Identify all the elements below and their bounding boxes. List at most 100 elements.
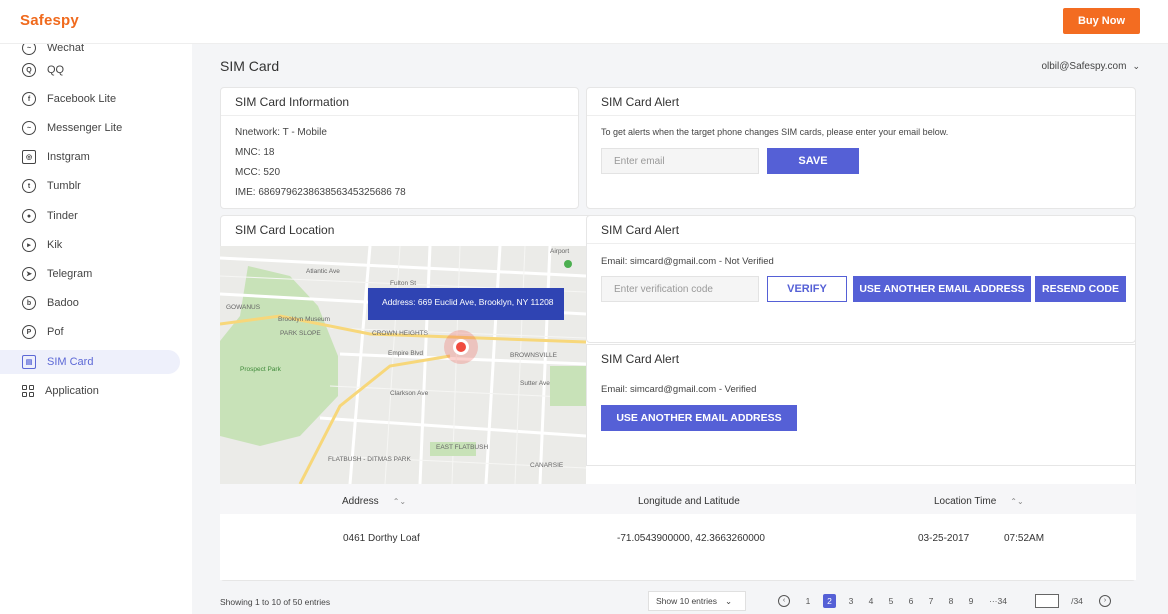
card-title: SIM Card Alert bbox=[587, 216, 1135, 244]
sidebar-item-label: Tinder bbox=[47, 210, 78, 222]
use-another-email-button[interactable]: USE ANOTHER EMAIL ADDRESS bbox=[853, 276, 1031, 302]
map-label: Airport bbox=[550, 248, 570, 255]
pagination: ‹ 1 2 3 4 5 6 7 8 9 ···34 /34 › bbox=[770, 591, 1119, 611]
verify-button[interactable]: VERIFY bbox=[767, 276, 847, 302]
sidebar-item-label: Badoo bbox=[47, 297, 79, 309]
sidebar-item-application[interactable]: Application bbox=[0, 379, 180, 403]
page-link[interactable]: 6 bbox=[906, 596, 916, 606]
address-tooltip: Address: 669 Euclid Ave, Brooklyn, NY 11… bbox=[368, 288, 564, 320]
map-label: Prospect Park bbox=[240, 366, 281, 373]
sidebar-item-label: Instgram bbox=[47, 151, 90, 163]
mnc-value: MNC: 18 bbox=[235, 147, 275, 158]
messenger-icon: ~ bbox=[22, 121, 36, 135]
sidebar-item-label: Wechat bbox=[47, 44, 85, 54]
map-label: EAST FLATBUSH bbox=[436, 444, 489, 451]
email-status: Email: simcard@gmail.com - Verified bbox=[601, 384, 757, 395]
prev-page-icon[interactable]: ‹ bbox=[778, 595, 790, 607]
sidebar-item-label: Telegram bbox=[47, 268, 93, 280]
app-logo[interactable]: Safespy bbox=[20, 12, 79, 29]
main-content: SIM Card olbil@Safespy.com ⌄ SIM Card Inf… bbox=[192, 44, 1168, 614]
sort-icon[interactable]: ⌃⌄ bbox=[1010, 497, 1023, 506]
page-link-last[interactable]: ···34 bbox=[986, 596, 1010, 606]
map-label: Brooklyn Museum bbox=[278, 316, 331, 323]
next-page-icon[interactable]: › bbox=[1099, 595, 1111, 607]
email-status: Email: simcard@gmail.com - Not Verified bbox=[601, 256, 774, 267]
page-link[interactable]: 7 bbox=[926, 596, 936, 606]
sidebar-item-facebook-lite[interactable]: f Facebook Lite bbox=[0, 87, 180, 111]
page-link[interactable]: 8 bbox=[946, 596, 956, 606]
save-button[interactable]: SAVE bbox=[767, 148, 859, 174]
sidebar-item-pof[interactable]: P Pof bbox=[0, 320, 180, 344]
page-jump-input[interactable] bbox=[1035, 594, 1059, 608]
tinder-icon: ● bbox=[22, 209, 36, 223]
map-label: PARK SLOPE bbox=[280, 330, 321, 337]
pof-icon: P bbox=[22, 325, 36, 339]
sort-icon[interactable]: ⌃⌄ bbox=[393, 497, 406, 506]
location-pin-icon[interactable] bbox=[453, 339, 469, 355]
network-value: Nnetwork: T - Mobile bbox=[235, 127, 327, 138]
sidebar: ~ Wechat Q QQ f Facebook Lite ~ Messenge… bbox=[0, 44, 192, 614]
page-link-active[interactable]: 2 bbox=[823, 594, 836, 608]
use-another-email-button[interactable]: USE ANOTHER EMAIL ADDRESS bbox=[601, 405, 797, 431]
instagram-icon: ◎ bbox=[22, 150, 36, 164]
sidebar-item-telegram[interactable]: ➤ Telegram bbox=[0, 262, 180, 286]
cell-address: 0461 Dorthy Loaf bbox=[343, 533, 420, 544]
sidebar-item-kik[interactable]: ▸ Kik bbox=[0, 233, 180, 257]
page-size-label: Show 10 entries bbox=[656, 596, 717, 606]
page-link[interactable]: 1 bbox=[803, 596, 813, 606]
sidebar-item-label: Facebook Lite bbox=[47, 93, 117, 105]
chevron-down-icon: ⌄ bbox=[724, 595, 733, 606]
telegram-icon: ➤ bbox=[22, 267, 36, 281]
sidebar-item-tinder[interactable]: ● Tinder bbox=[0, 204, 180, 228]
page-link[interactable]: 5 bbox=[886, 596, 896, 606]
sim-card-icon: ▤ bbox=[22, 355, 36, 369]
map-label: Clarkson Ave bbox=[390, 390, 429, 397]
sidebar-item-label: Application bbox=[45, 385, 99, 397]
sidebar-item-label: Pof bbox=[47, 326, 64, 338]
map-label: FLATBUSH - DITMAS PARK bbox=[328, 456, 411, 463]
sim-alert-unverified-card: SIM Card Alert Email: simcard@gmail.com … bbox=[586, 215, 1136, 343]
sidebar-item-label: QQ bbox=[47, 64, 65, 76]
map-label: Empire Blvd bbox=[388, 350, 424, 357]
page-size-select[interactable]: Show 10 entries ⌄ bbox=[648, 591, 746, 611]
entries-info: Showing 1 to 10 of 50 entries bbox=[220, 597, 331, 607]
user-menu[interactable]: olbil@Safespy.com ⌄ bbox=[1041, 61, 1140, 72]
page-total: /34 bbox=[1071, 596, 1083, 606]
sim-alert-card: SIM Card Alert To get alerts when the ta… bbox=[586, 87, 1136, 209]
column-header-time[interactable]: Location Time ⌃⌄ bbox=[934, 496, 1024, 507]
map-label: BROWNSVILLE bbox=[510, 352, 557, 359]
resend-code-button[interactable]: RESEND CODE bbox=[1035, 276, 1126, 302]
sidebar-item-instagram[interactable]: ◎ Instgram bbox=[0, 145, 180, 169]
user-email: olbil@Safespy.com bbox=[1041, 61, 1127, 72]
map-label: Fulton St bbox=[390, 280, 417, 287]
verification-code-input[interactable]: Enter verification code bbox=[601, 276, 759, 302]
kik-icon: ▸ bbox=[22, 238, 36, 252]
sidebar-item-sim-card[interactable]: ▤ SIM Card bbox=[0, 350, 180, 374]
sidebar-item-label: Tumblr bbox=[47, 180, 81, 192]
map-label: Sutter Ave bbox=[520, 380, 550, 387]
mcc-value: MCC: 520 bbox=[235, 167, 281, 178]
column-header-address[interactable]: Address ⌃⌄ bbox=[342, 496, 406, 507]
sidebar-item-tumblr[interactable]: t Tumblr bbox=[0, 174, 180, 198]
sidebar-item-badoo[interactable]: b Badoo bbox=[0, 291, 180, 315]
page-link[interactable]: 9 bbox=[966, 596, 976, 606]
sidebar-item-qq[interactable]: Q QQ bbox=[0, 58, 180, 82]
qq-icon: Q bbox=[22, 63, 36, 77]
sidebar-item-messenger-lite[interactable]: ~ Messenger Lite bbox=[0, 116, 180, 140]
cell-time: 07:52AM bbox=[1004, 533, 1045, 544]
sim-info-card: SIM Card Information Nnetwork: T - Mobil… bbox=[220, 87, 579, 209]
sidebar-item-label: Kik bbox=[47, 239, 63, 251]
email-input[interactable]: Enter email bbox=[601, 148, 759, 174]
cell-coords: -71.0543900000, 42.3663260000 bbox=[617, 533, 765, 544]
tumblr-icon: t bbox=[22, 179, 36, 193]
page-link[interactable]: 4 bbox=[866, 596, 876, 606]
chevron-down-icon: ⌄ bbox=[1132, 61, 1140, 71]
location-map[interactable]: Brooklyn Museum PARK SLOPE CROWN HEIGHTS… bbox=[220, 246, 586, 484]
buy-now-button[interactable]: Buy Now bbox=[1063, 8, 1140, 34]
cell-date: 03-25-2017 bbox=[918, 533, 970, 544]
wechat-icon: ~ bbox=[22, 44, 36, 55]
page-title: SIM Card bbox=[220, 58, 280, 74]
location-table: Address ⌃⌄ Longitude and Latitude Locatio… bbox=[220, 484, 1136, 580]
map-label: Atlantic Ave bbox=[306, 268, 340, 275]
page-link[interactable]: 3 bbox=[846, 596, 856, 606]
